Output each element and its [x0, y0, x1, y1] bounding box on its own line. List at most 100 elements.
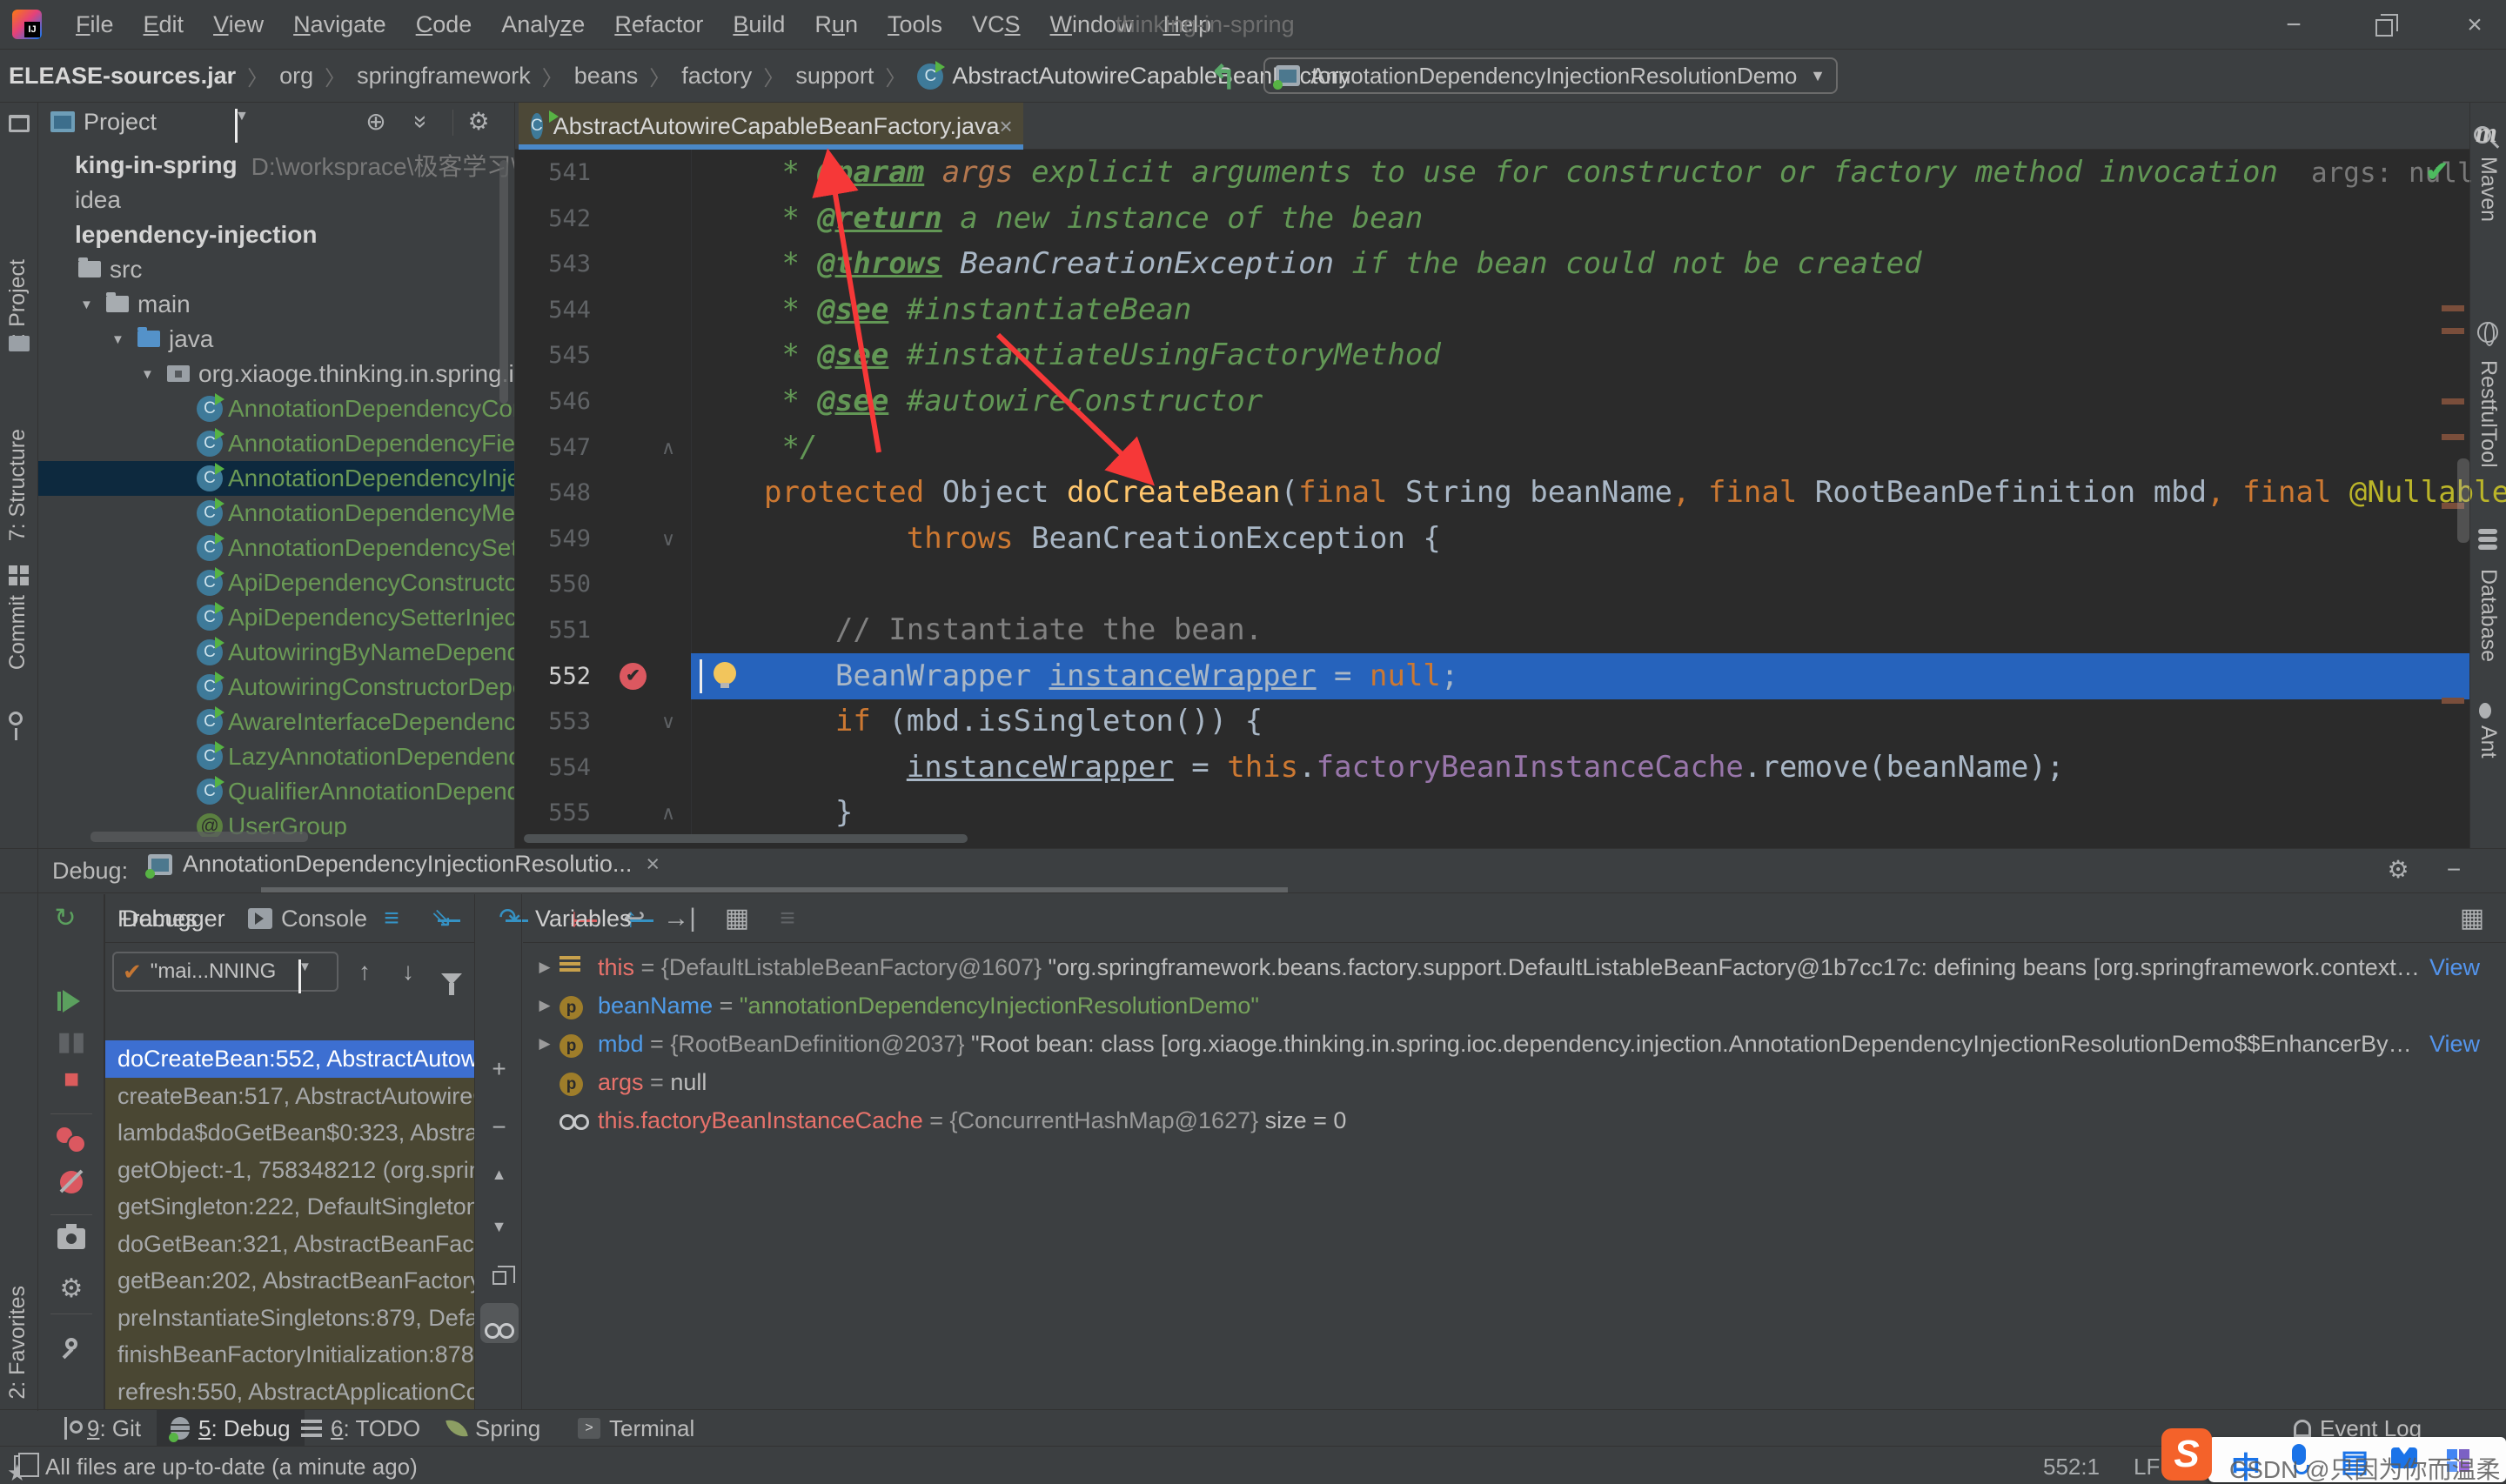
hide-debug-panel-button[interactable]: − [2436, 851, 2471, 889]
tree-item[interactable]: CAwareInterfaceDependencyInjec [38, 705, 514, 739]
sidebar-tab-structure[interactable]: 7: Structure [5, 429, 30, 541]
tree-item[interactable]: ▼org.xiaoge.thinking.in.spring.ioc.dep [38, 357, 514, 391]
toolwindow-button-debug[interactable]: 5: Debug [157, 1410, 305, 1447]
code-line[interactable]: 546 * @see #autowireConstructor [515, 378, 2469, 424]
project-view-title[interactable]: Project [84, 109, 157, 136]
tree-item[interactable]: CApiDependencyConstructorInjec [38, 565, 514, 600]
fold-marker-icon[interactable]: ∨ [661, 699, 675, 745]
line-number[interactable]: 549 [524, 516, 591, 562]
toolwindow-button-todo[interactable]: 6: TODO [287, 1410, 434, 1447]
line-number[interactable]: 545 [524, 332, 591, 378]
tree-item[interactable]: CAutowiringConstructorDepender [38, 670, 514, 705]
menu-item-analyze[interactable]: Analyze [486, 11, 600, 38]
view-link[interactable]: View [2429, 954, 2480, 981]
tree-item[interactable]: ▼java [38, 322, 514, 357]
pause-button[interactable]: ▮▮ [38, 1026, 104, 1057]
code-line[interactable]: 544 * @see #instantiateBean [515, 287, 2469, 333]
code-line[interactable]: 553∨ if (mbd.isSingleton()) { [515, 699, 2469, 745]
next-frame-button[interactable]: ↓ [389, 952, 427, 992]
code-line[interactable]: 542 * @return a new instance of the bean [515, 196, 2469, 242]
code-line[interactable]: 550 [515, 561, 2469, 607]
tree-item[interactable]: CLazyAnnotationDependencyInjec [38, 739, 514, 774]
frame-row[interactable]: preInstantiateSingletons:879, Defau [105, 1300, 474, 1337]
line-number[interactable]: 547 [524, 424, 591, 471]
sogou-logo-icon[interactable]: S [2161, 1428, 2212, 1481]
view-link[interactable]: View [2429, 1031, 2480, 1058]
fold-marker-icon[interactable]: ∧ [661, 790, 675, 836]
expand-arrow-icon[interactable]: ▼ [80, 297, 93, 312]
code-line[interactable]: 541 * @param args explicit arguments to … [515, 150, 2469, 196]
expand-arrow-icon[interactable]: ▼ [111, 332, 124, 347]
debug-settings-gear-button[interactable]: ⚙ [2381, 851, 2416, 889]
code-line[interactable]: 549∨ throws BeanCreationException { [515, 516, 2469, 562]
close-tab-icon[interactable]: × [1000, 113, 1013, 140]
editor-vertical-scrollbar[interactable] [2457, 458, 2469, 543]
code-line[interactable]: 554 instanceWrapper = this.factoryBeanIn… [515, 745, 2469, 791]
line-number[interactable]: 551 [524, 607, 591, 653]
menu-item-navigate[interactable]: Navigate [278, 11, 401, 38]
expand-arrow-icon[interactable]: ▶ [530, 997, 559, 1014]
expand-arrow-icon[interactable]: ▶ [530, 1035, 559, 1053]
variable-row[interactable]: this.factoryBeanInstanceCache = {Concurr… [523, 1101, 2506, 1140]
thread-dump-button[interactable] [38, 1227, 104, 1256]
pin-tab-button[interactable] [38, 1327, 104, 1357]
intention-bulb-icon[interactable] [714, 662, 736, 685]
code-line[interactable]: 543 * @throws BeanCreationException if t… [515, 241, 2469, 287]
tree-item[interactable]: lependency-injection [38, 217, 514, 252]
line-number[interactable]: 554 [524, 745, 591, 791]
tree-vertical-scrollbar[interactable] [499, 160, 508, 404]
inspections-ok-icon[interactable]: ✔ [2425, 155, 2449, 188]
debugger-settings-button[interactable]: ⚙ [38, 1273, 104, 1304]
locate-file-button[interactable]: ⊕ [358, 103, 393, 141]
menu-item-edit[interactable]: Edit [129, 11, 199, 38]
prev-frame-button[interactable]: ↑ [345, 952, 384, 992]
code-line[interactable]: 552✔ BeanWrapper instanceWrapper = null; [515, 653, 2469, 699]
line-number[interactable]: 548 [524, 470, 591, 516]
tree-item[interactable]: king-in-springD:\worksprace\极客学习\spring [38, 148, 514, 183]
add-watch-button[interactable]: + [475, 1055, 523, 1083]
caret-position[interactable]: 552:1 [2043, 1454, 2100, 1481]
run-configuration-select[interactable]: AnnotationDependencyInjectionResolutionD… [1263, 57, 1838, 94]
variable-row[interactable]: ▶this = {DefaultListableBeanFactory@1607… [523, 948, 2506, 986]
editor-horizontal-scrollbar[interactable] [524, 834, 968, 843]
tree-item[interactable]: CAnnotationDependencyFieldInje [38, 426, 514, 461]
code-line[interactable]: 551 // Instantiate the bean. [515, 607, 2469, 653]
collapse-all-button[interactable]: » [402, 104, 440, 139]
back-arrow-icon[interactable]: ↰ [1209, 58, 1237, 97]
fold-marker-icon[interactable]: ∨ [661, 516, 675, 562]
frame-row[interactable]: createBean:517, AbstractAutowireC [105, 1078, 474, 1115]
tree-item[interactable]: ▼main [38, 287, 514, 322]
resume-button[interactable] [38, 990, 104, 1019]
line-number[interactable]: 555 [524, 790, 591, 836]
editor[interactable]: C AbstractAutowireCapableBeanFactory.jav… [515, 103, 2469, 848]
frame-row[interactable]: doCreateBean:552, AbstractAutowir [105, 1040, 474, 1078]
line-number[interactable]: 541 [524, 150, 591, 196]
filter-frames-button[interactable] [432, 952, 471, 992]
remove-watch-button[interactable]: − [475, 1113, 523, 1141]
settings-gear-button[interactable]: ⚙ [461, 103, 496, 141]
menu-item-view[interactable]: View [198, 11, 278, 38]
editor-tab[interactable]: C AbstractAutowireCapableBeanFactory.jav… [519, 103, 1023, 150]
tree-item[interactable]: src [38, 252, 514, 287]
line-number[interactable]: 542 [524, 196, 591, 242]
sidebar-tab-restfultool[interactable]: RestfulTool [2476, 360, 2501, 468]
sidebar-tab-database[interactable]: Database [2476, 569, 2501, 662]
line-number[interactable]: 550 [524, 561, 591, 607]
fold-marker-icon[interactable]: ∧ [661, 424, 675, 471]
breadcrumb-item[interactable]: support [795, 63, 874, 90]
sidebar-tab-ant[interactable]: Ant [2476, 725, 2501, 759]
view-breakpoints-button[interactable] [38, 1127, 104, 1157]
code-line[interactable]: 555∧ } [515, 790, 2469, 836]
tree-item[interactable]: CAnnotationDependencySetterInj [38, 531, 514, 565]
line-number[interactable]: 546 [524, 378, 591, 424]
menu-item-build[interactable]: Build [718, 11, 800, 38]
breadcrumb-item[interactable]: beans [574, 63, 639, 90]
frame-row[interactable]: getSingleton:222, DefaultSingletonB [105, 1188, 474, 1226]
tree-item[interactable]: idea [38, 183, 514, 217]
breakpoint-icon[interactable]: ✔ [620, 663, 647, 690]
breadcrumb-item[interactable]: ELEASE-sources.jar [9, 63, 236, 90]
frame-row[interactable]: refresh:550, AbstractApplicationCon [105, 1374, 474, 1411]
thread-select[interactable]: ✔ "mai...NNING ▼ [112, 952, 338, 992]
sidebar-tab-maven[interactable]: Maven [2476, 157, 2501, 222]
frame-row[interactable]: doGetBean:321, AbstractBeanFactor [105, 1226, 474, 1263]
